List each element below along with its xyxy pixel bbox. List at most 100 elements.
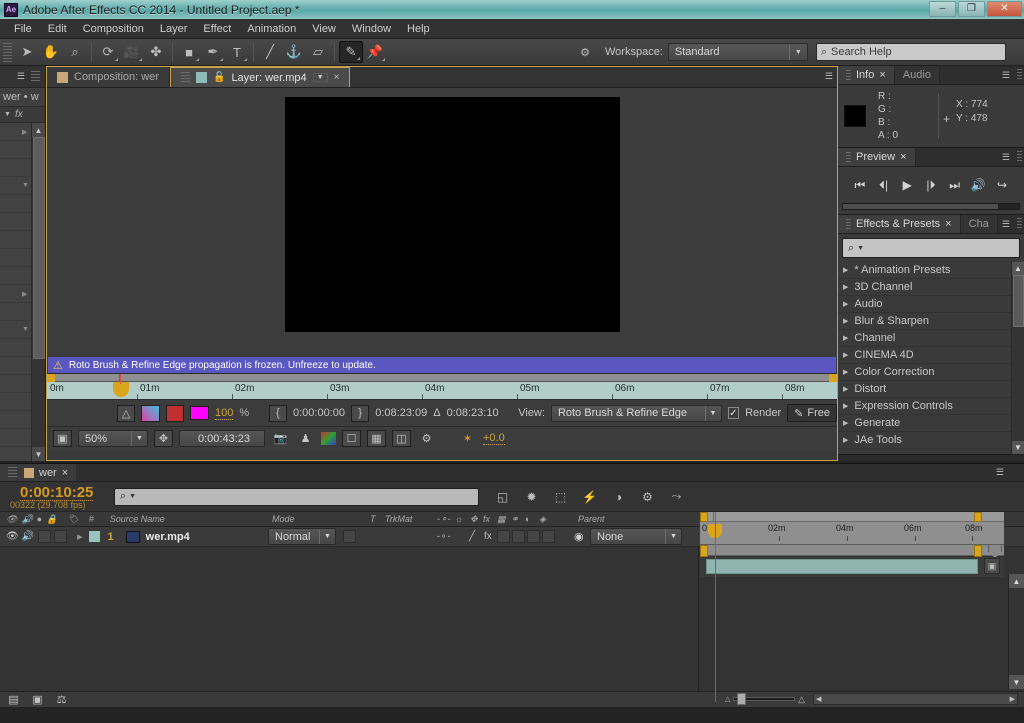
parent-pickwhip-icon[interactable]: ◉ — [574, 530, 584, 543]
exposure-value[interactable]: +0.0 — [483, 432, 505, 445]
work-area-start-handle[interactable] — [700, 512, 708, 522]
scroll-up-icon[interactable]: ▲ — [1012, 262, 1024, 275]
list-item[interactable]: ▶ Generate — [838, 415, 1024, 432]
snapshot-icon[interactable]: 📷 — [271, 430, 290, 447]
adjustment-icon[interactable]: ✥ — [470, 514, 478, 525]
search-help-input[interactable]: ⌕ Search Help — [815, 43, 1006, 61]
timeline-horizontal-scrollbar[interactable]: ◀ ▶ — [813, 693, 1018, 705]
chevron-down-icon[interactable]: ▼ — [4, 111, 11, 118]
timeline-zoom-slider[interactable]: △ △ — [725, 693, 805, 705]
close-button[interactable]: ✕ — [987, 1, 1022, 17]
tab-grip[interactable] — [846, 151, 851, 163]
work-area-start-handle[interactable] — [700, 545, 708, 557]
maximize-button[interactable]: ❐ — [958, 1, 985, 17]
timeline-layer-list-area[interactable] — [0, 547, 699, 697]
timeline-layer-bar-area[interactable]: ▣ — [700, 557, 1004, 577]
scroll-down-icon[interactable]: ▼ — [1012, 441, 1024, 454]
panel-menu-icon[interactable]: ☰ — [17, 71, 25, 82]
roto-color-swatch[interactable] — [189, 406, 209, 420]
workspace-select[interactable]: Standard ▼ — [667, 43, 808, 61]
selection-tool-icon[interactable]: ➤ — [15, 41, 39, 63]
tab-grip[interactable] — [180, 72, 190, 83]
mode-column-header[interactable]: Mode — [272, 514, 295, 524]
eraser-tool-icon[interactable]: ▱ — [306, 41, 330, 63]
scroll-up-icon[interactable]: ▲ — [32, 123, 45, 137]
expand-triangle-icon[interactable]: ▶ — [843, 266, 848, 274]
layer-mode-select[interactable]: Normal ▼ — [268, 528, 336, 545]
search-dropdown-icon[interactable]: ▼ — [129, 493, 136, 500]
three-d-toggle[interactable] — [542, 530, 555, 543]
alpha-overlay-icon[interactable] — [141, 404, 160, 422]
expand-triangle-icon[interactable]: ▶ — [843, 402, 848, 410]
puppet-pin-tool-icon[interactable]: 📌 — [363, 41, 387, 63]
expand-triangle-icon[interactable]: ▶ — [843, 419, 848, 427]
trkmat-column-header[interactable]: TrkMat — [385, 514, 412, 524]
work-area-start-handle[interactable] — [47, 374, 55, 382]
menu-file[interactable]: File — [6, 21, 40, 37]
zoom-slider-knob[interactable] — [737, 693, 746, 705]
tab-layer-wer-mp4[interactable]: 🔓 Layer: wer.mp4 ▼ × — [169, 67, 351, 87]
transform-icon[interactable]: ╱ — [469, 531, 475, 542]
magnification-select[interactable]: 50% ▼ — [78, 430, 148, 447]
scrollbar-thumb[interactable] — [1013, 275, 1024, 327]
motion-blur-toggle[interactable] — [512, 530, 525, 543]
parent-column-header[interactable]: Parent — [578, 514, 605, 524]
expand-triangle-icon[interactable]: ▶ — [843, 283, 848, 291]
3d-view-icon[interactable]: ⚙ — [417, 430, 436, 447]
pen-tool-icon[interactable]: ✒ — [201, 41, 225, 63]
menu-view[interactable]: View — [304, 21, 344, 37]
audio-toggle-button[interactable]: 🔊 — [969, 177, 988, 194]
motion-blur-icon[interactable]: ☼ — [455, 514, 463, 524]
next-frame-button[interactable]: |⏵ — [921, 177, 940, 194]
eye-icon[interactable]: 👁 — [6, 514, 17, 525]
render-checkbox[interactable]: ✓ — [727, 407, 740, 419]
effects-category-list[interactable]: ▶ * Animation Presets ▶ 3D Channel ▶ Audio … — [838, 262, 1024, 454]
search-dropdown-icon[interactable]: ▼ — [857, 245, 864, 252]
tab-composition-wer[interactable]: Composition: wer — [47, 67, 170, 87]
layer-expand-triangle-icon[interactable]: ▶ — [77, 533, 82, 541]
menu-edit[interactable]: Edit — [40, 21, 75, 37]
work-area-end-handle[interactable] — [829, 374, 837, 382]
tab-info[interactable]: Info × — [838, 66, 895, 84]
expand-triangle-icon[interactable]: ▶ — [843, 300, 848, 308]
type-tool-icon[interactable]: T — [225, 41, 249, 63]
live-update-icon[interactable]: ⚙ — [638, 488, 657, 505]
frame-blend-icon[interactable]: ▦ — [497, 514, 506, 525]
pan-behind-tool-icon[interactable]: ✤ — [144, 41, 168, 63]
clone-stamp-tool-icon[interactable]: ⚓ — [282, 41, 306, 63]
list-item[interactable]: ▶ 3D Channel — [838, 279, 1024, 296]
play-button[interactable]: ▶ — [898, 177, 917, 194]
layer-lock-toggle[interactable] — [54, 530, 68, 543]
tab-grip[interactable] — [846, 69, 851, 81]
list-item[interactable]: ▶ Channel — [838, 330, 1024, 347]
list-item[interactable]: ▶ Blur & Sharpen — [838, 313, 1024, 330]
scroll-up-icon[interactable]: ▲ — [1009, 574, 1024, 588]
comp-marker-icon[interactable] — [988, 544, 1002, 558]
anchor-icon[interactable]: -⚬- — [437, 531, 451, 542]
adjustment-toggle[interactable] — [527, 530, 540, 543]
effects-search-input[interactable]: ⌕ ▼ — [842, 238, 1020, 258]
tab-character[interactable]: Cha — [960, 215, 998, 233]
exposure-icon[interactable]: ⚖ — [52, 691, 71, 708]
close-icon[interactable]: × — [879, 69, 885, 81]
close-icon[interactable]: × — [945, 218, 951, 230]
tab-grip[interactable] — [846, 218, 851, 230]
freeze-button[interactable]: ✎ Free — [787, 404, 837, 422]
expand-triangle-icon[interactable]: ▶ — [843, 317, 848, 325]
zoom-in-icon[interactable]: △ — [798, 694, 805, 705]
tab-grip[interactable] — [8, 467, 17, 478]
fx-icon[interactable]: fx — [484, 531, 492, 542]
current-time-field[interactable]: 0:00:43:23 — [179, 430, 265, 447]
viewer-work-area-strip[interactable] — [47, 374, 837, 382]
scroll-down-icon[interactable]: ▼ — [1009, 675, 1024, 689]
first-frame-button[interactable]: ⏮ — [850, 177, 869, 194]
panel-grip[interactable] — [31, 70, 40, 83]
comp-flowchart-icon[interactable]: ▣ — [28, 691, 47, 708]
motion-blur-toggle-icon[interactable]: ⚭ — [511, 514, 519, 525]
zoom-out-icon[interactable]: △ — [725, 695, 730, 703]
menu-help[interactable]: Help — [399, 21, 438, 37]
menu-window[interactable]: Window — [344, 21, 399, 37]
hand-tool-icon[interactable]: ✋ — [39, 41, 63, 63]
expand-triangle-icon[interactable]: ▶ — [843, 436, 848, 444]
panel-grip[interactable] — [1017, 69, 1022, 81]
